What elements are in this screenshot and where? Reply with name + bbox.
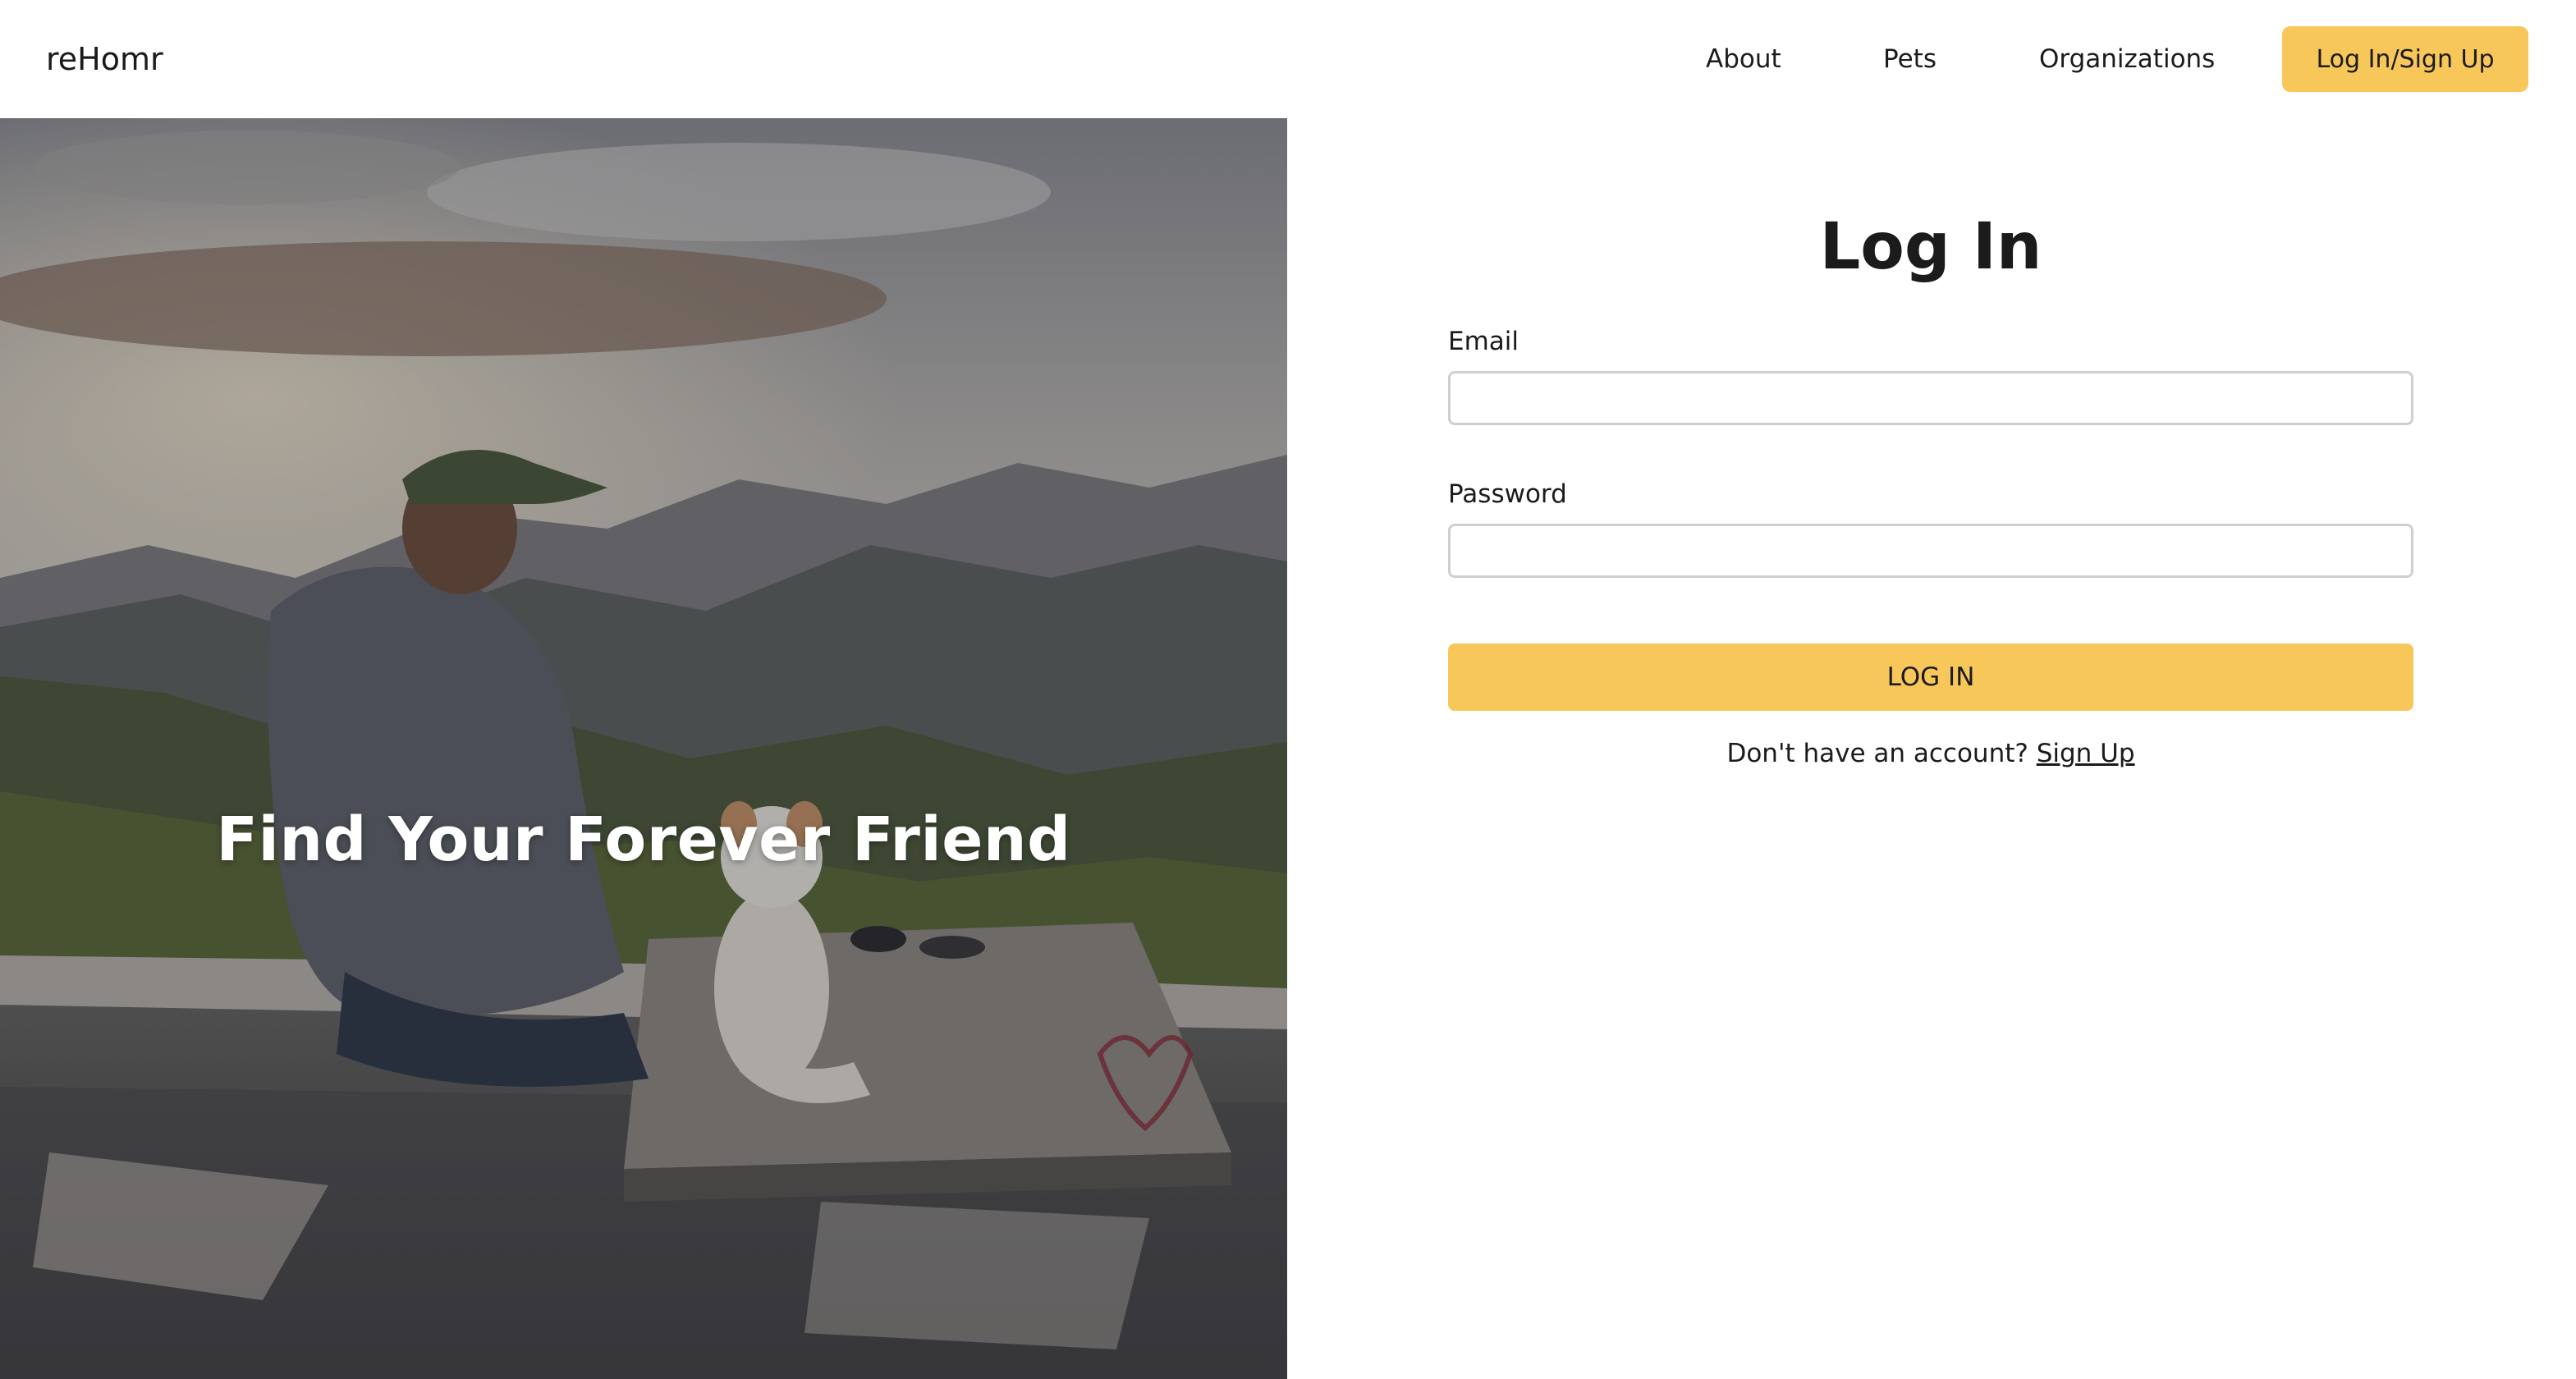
password-label: Password [1448, 479, 1567, 509]
login-submit-button[interactable]: LOG IN [1448, 644, 2413, 711]
password-field[interactable] [1448, 524, 2413, 578]
signup-link[interactable]: Sign Up [2037, 739, 2135, 768]
hero-title: Find Your Forever Friend [216, 804, 1071, 875]
hero-panel: Find Your Forever Friend [0, 118, 1287, 1379]
nav-link-about[interactable]: About [1706, 41, 1781, 77]
email-field[interactable] [1448, 371, 2413, 425]
login-title: Log In [1819, 210, 2042, 284]
nav-link-organizations[interactable]: Organizations [2039, 41, 2215, 77]
login-signup-button[interactable]: Log In/Sign Up [2282, 26, 2528, 92]
signup-prompt-line: Don't have an account? Sign Up [1448, 739, 2413, 768]
brand-logo[interactable]: reHomr [46, 38, 163, 80]
nav-link-pets[interactable]: Pets [1883, 41, 1937, 77]
email-label: Email [1448, 327, 1519, 356]
signup-prompt-text: Don't have an account? [1726, 739, 2028, 768]
top-navbar: reHomr About Pets Organizations Log In/S… [0, 0, 2576, 118]
hero-overlay [0, 118, 1287, 1379]
